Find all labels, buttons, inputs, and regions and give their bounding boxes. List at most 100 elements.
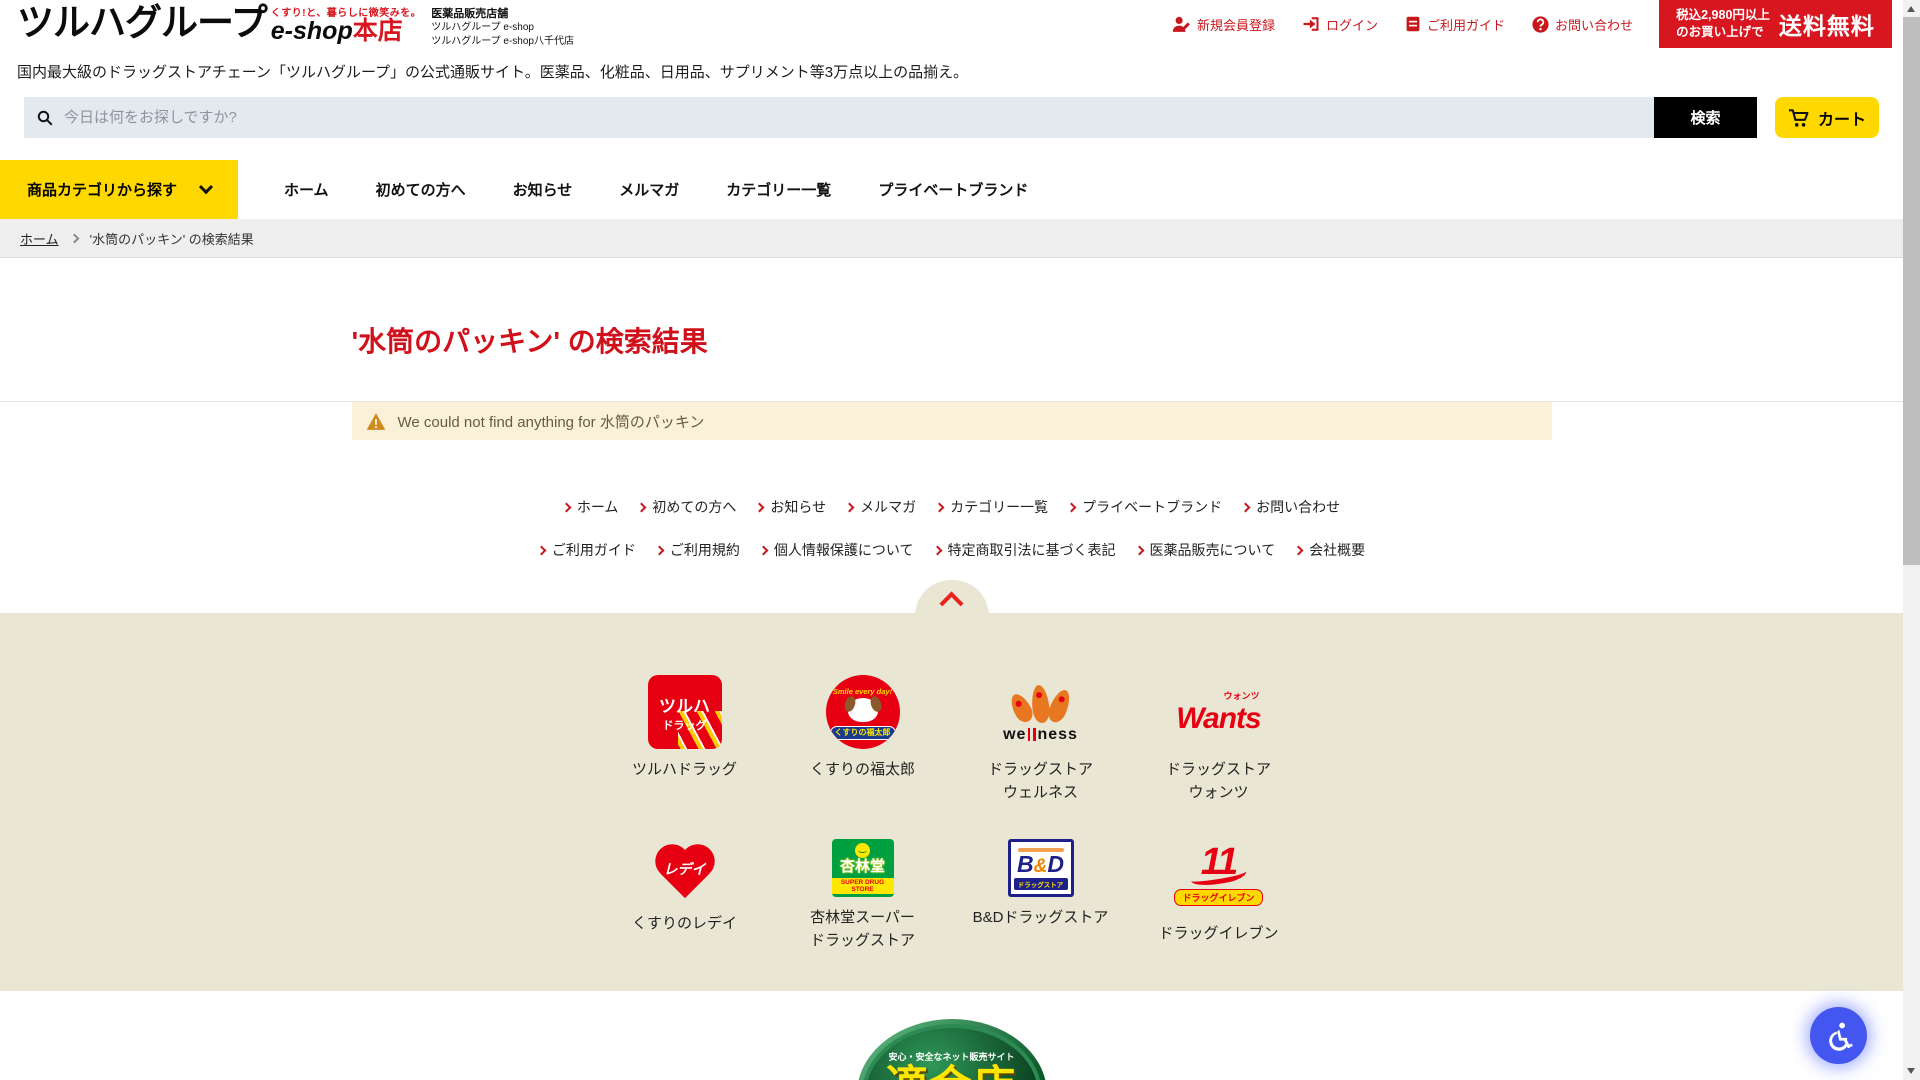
- site-logo[interactable]: ツルハグループ くすり!と、暮らしに微笑みを。 e-shop本店 医薬品販売店舗…: [0, 0, 574, 48]
- chevron-right-icon: [637, 502, 647, 512]
- badge-main-text: 適合店: [885, 1063, 1017, 1080]
- shipping-condition-line2: のお買い上げで: [1676, 24, 1770, 41]
- register-link[interactable]: 新規会員登録: [1172, 15, 1275, 34]
- footer-link-mailmag[interactable]: メルマガ: [846, 497, 916, 517]
- footer-link-categories[interactable]: カテゴリー一覧: [936, 497, 1048, 517]
- chevron-right-icon: [536, 545, 546, 555]
- logo-eshop-text: e-shop本店: [271, 19, 421, 44]
- search-input[interactable]: [64, 109, 1654, 126]
- cart-button[interactable]: カート: [1775, 97, 1879, 138]
- brand-label: B&Dドラッグストア: [973, 906, 1109, 929]
- member-register-icon: [1172, 16, 1191, 32]
- brand-fukutaro[interactable]: Smile every day! くすりの福太郎 くすりの福太郎: [774, 675, 952, 805]
- search-button[interactable]: 検索: [1654, 97, 1757, 138]
- brand-label: ドラッグストアウォンツ: [1166, 758, 1271, 805]
- search-box: [24, 97, 1654, 138]
- site-tagline: 国内最大級のドラッグストアチェーン「ツルハグループ」の公式通販サイト。医薬品、化…: [17, 61, 1903, 82]
- footer-link-terms[interactable]: ご利用規約: [656, 540, 740, 560]
- brand-kyorindo[interactable]: 杏林堂 SUPER DRUG STORE 杏林堂スーパードラッグストア: [774, 839, 952, 953]
- no-results-warning: We could not find anything for 水筒のパッキン: [352, 402, 1552, 440]
- logo-store-info: 医薬品販売店舗 ツルハグループ e-shop ツルハグループ e-shop八千代…: [431, 4, 574, 49]
- main-content: '水筒のパッキン' の検索結果 We could not find anythi…: [0, 258, 1903, 560]
- brand-label: くすりのレデイ: [632, 912, 737, 935]
- nav-item-categories[interactable]: カテゴリー一覧: [726, 179, 831, 200]
- brand-lady[interactable]: レデイ くすりのレデイ: [596, 839, 774, 953]
- breadcrumb-home-link[interactable]: ホーム: [20, 229, 59, 248]
- search-row: 検索 カート: [0, 97, 1903, 138]
- chevron-right-icon: [932, 545, 942, 555]
- footer-link-contact[interactable]: お問い合わせ: [1242, 497, 1340, 517]
- brand-wellness[interactable]: weness ドラッグストアウェルネス: [952, 675, 1130, 805]
- chevron-right-icon: [1067, 502, 1077, 512]
- back-to-top-button[interactable]: [915, 580, 989, 616]
- footer-link-privacy[interactable]: 個人情報保護について: [760, 540, 914, 560]
- bd-logo: B&D ドラッグストア: [1008, 839, 1074, 897]
- logo-honten: 本店: [353, 17, 403, 45]
- heart-shape: レデイ: [655, 846, 715, 900]
- category-menu-button[interactable]: 商品カテゴリから探す: [0, 160, 238, 219]
- nav-item-news[interactable]: お知らせ: [513, 179, 573, 200]
- footer-link-drug-sales[interactable]: 医薬品販売について: [1136, 540, 1276, 560]
- free-shipping-banner: 税込2,980円以上 のお買い上げで 送料無料: [1659, 0, 1892, 48]
- guide-link[interactable]: ご利用ガイド: [1405, 15, 1505, 34]
- chevron-right-icon: [1241, 502, 1251, 512]
- scroll-down-arrow-icon[interactable]: [1907, 1068, 1915, 1074]
- chevron-right-icon: [654, 545, 664, 555]
- fukutaro-logo: Smile every day! くすりの福太郎: [826, 675, 900, 749]
- store-name-2: ツルハグループ e-shop八千代店: [431, 35, 574, 49]
- certified-shop-badge: 安心・安全なネット販売サイト 適合店: [857, 1019, 1047, 1080]
- footer-link-news[interactable]: お知らせ: [756, 497, 826, 517]
- warning-icon: [366, 412, 386, 431]
- nav-links: ホーム 初めての方へ お知らせ メルマガ カテゴリー一覧 プライベートブランド: [284, 160, 1028, 219]
- search-icon: [36, 109, 54, 127]
- chevron-right-icon: [845, 502, 855, 512]
- accessibility-wheelchair-icon: [1824, 1021, 1854, 1051]
- chevron-right-icon: [758, 545, 768, 555]
- footer-links-row1: ホーム 初めての方へ お知らせ メルマガ カテゴリー一覧 プライベートブランド …: [0, 497, 1903, 517]
- footer-links-row2: ご利用ガイド ご利用規約 個人情報保護について 特定商取引法に基づく表記 医薬品…: [0, 540, 1903, 560]
- login-link[interactable]: ログイン: [1302, 15, 1378, 34]
- page-title: '水筒のパッキン' の検索結果: [352, 258, 1552, 360]
- nav-item-mailmag[interactable]: メルマガ: [619, 179, 679, 200]
- footer-link-home[interactable]: ホーム: [563, 497, 619, 517]
- accessibility-button[interactable]: [1810, 1007, 1867, 1064]
- brand-drug-eleven[interactable]: 11 ドラッグイレブン ドラッグイレブン: [1130, 839, 1308, 953]
- scrollbar-thumb[interactable]: [1903, 17, 1920, 565]
- header-utility-nav: 新規会員登録 ログイン ご利用ガイド お問い合わせ: [1172, 15, 1633, 34]
- smiley-icon: [855, 843, 870, 858]
- brand-label: ツルハドラッグ: [632, 758, 737, 781]
- footer-link-first-time[interactable]: 初めての方へ: [638, 497, 736, 517]
- category-menu-label: 商品カテゴリから探す: [27, 179, 177, 200]
- store-type: 医薬品販売店舗: [431, 7, 574, 22]
- footer-link-guide[interactable]: ご利用ガイド: [538, 540, 636, 560]
- contact-link[interactable]: お問い合わせ: [1532, 15, 1633, 34]
- logo-eshop-block: くすり!と、暮らしに微笑みを。 e-shop本店: [271, 4, 421, 44]
- brand-label: ドラッグストアウェルネス: [988, 758, 1093, 805]
- shipping-condition-line1: 税込2,980円以上: [1676, 7, 1770, 24]
- chevron-down-icon: [199, 180, 213, 194]
- nav-item-private-brand[interactable]: プライベートブランド: [878, 179, 1028, 200]
- footer-link-private-brand[interactable]: プライベートブランド: [1068, 497, 1222, 517]
- breadcrumb-chevron-icon: [69, 233, 79, 243]
- brand-wants[interactable]: ウォンツ Wants ドラッグストアウォンツ: [1130, 675, 1308, 805]
- brand-label: 杏林堂スーパードラッグストア: [810, 906, 915, 953]
- brand-bd[interactable]: B&D ドラッグストア B&Dドラッグストア: [952, 839, 1130, 953]
- breadcrumb: ホーム '水筒のパッキン' の検索結果: [0, 219, 1903, 258]
- brand-label: ドラッグイレブン: [1158, 922, 1278, 945]
- footer-link-commerce-law[interactable]: 特定商取引法に基づく表記: [934, 540, 1116, 560]
- brand-row-2: レデイ くすりのレデイ 杏林堂 SUPER DRUG STORE 杏林堂スーパー…: [0, 805, 1903, 953]
- brand-tsuruha-drug[interactable]: ツルハ ドラッグ ツルハドラッグ: [596, 675, 774, 805]
- footer-link-company[interactable]: 会社概要: [1295, 540, 1365, 560]
- guide-icon: [1405, 16, 1421, 32]
- register-label: 新規会員登録: [1197, 15, 1275, 34]
- cart-icon: [1788, 108, 1810, 128]
- free-shipping-text: 送料無料: [1779, 7, 1875, 41]
- login-icon: [1302, 16, 1320, 32]
- nav-item-home[interactable]: ホーム: [284, 179, 329, 200]
- warning-text: We could not find anything for 水筒のパッキン: [398, 411, 705, 432]
- nav-item-first-time[interactable]: 初めての方へ: [376, 179, 466, 200]
- login-label: ログイン: [1326, 15, 1378, 34]
- brand-label: くすりの福太郎: [810, 758, 915, 781]
- scrollbar[interactable]: [1903, 0, 1920, 1080]
- scroll-up-arrow-icon[interactable]: [1907, 6, 1915, 12]
